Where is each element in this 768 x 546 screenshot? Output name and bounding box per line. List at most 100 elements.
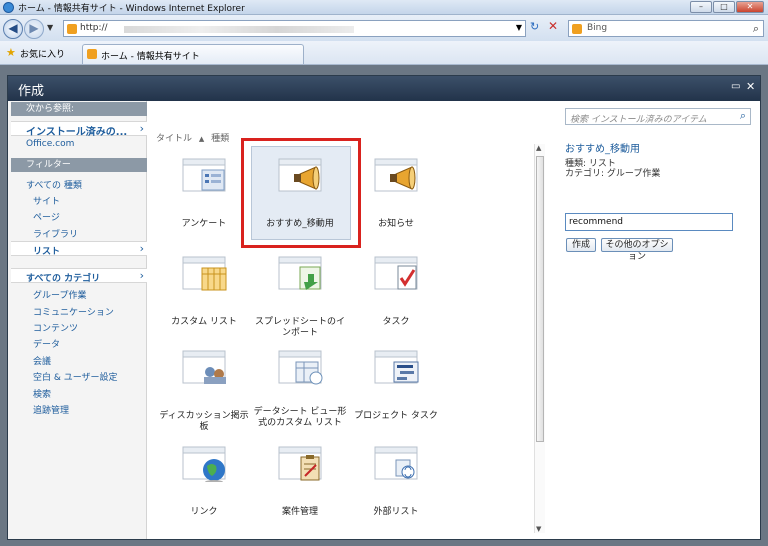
nav-category-item[interactable]: コンテンツ <box>33 321 78 334</box>
clipboard-icon <box>278 446 326 482</box>
nav-category-item[interactable]: 追跡管理 <box>33 403 69 416</box>
scroll-down-icon[interactable]: ▼ <box>536 525 541 533</box>
scroll-up-icon[interactable]: ▲ <box>536 144 541 152</box>
template-tile[interactable]: アンケート <box>156 144 252 240</box>
template-tile-label: タスク <box>382 317 410 327</box>
history-dropdown-icon[interactable]: ▼ <box>47 23 53 32</box>
list-name-input[interactable]: recommend <box>565 213 733 231</box>
template-tile[interactable]: スプレッドシートのインポート <box>252 242 348 338</box>
dialog-title: 作成 <box>18 84 45 99</box>
globe-icon <box>182 446 230 484</box>
more-options-button[interactable]: その他のオプション <box>601 238 673 262</box>
stop-icon[interactable]: ✕ <box>548 19 558 33</box>
template-tile-label: アンケート <box>181 219 227 229</box>
search-engine-label: Bing <box>587 23 608 33</box>
selected-item-category: カテゴリ: グループ作業 <box>565 169 661 179</box>
task-icon <box>374 256 422 292</box>
template-grid: アンケート おすすめ_移動用 お知らせカスタム リスト スプレッドシートのインポートタ… <box>156 138 534 539</box>
spreadsheet-import-icon <box>278 256 326 292</box>
template-tile[interactable]: 案件管理 <box>252 432 348 528</box>
external-list-icon <box>374 446 422 482</box>
discussion-icon <box>182 350 230 386</box>
template-tile[interactable]: データシート ビュー形式のカスタム リスト <box>252 336 348 432</box>
grid-scrollbar[interactable]: ▲ ▼ <box>534 144 545 533</box>
site-favicon-icon <box>67 24 77 34</box>
project-task-icon <box>374 350 422 386</box>
template-tile[interactable]: 外部リスト <box>348 432 444 528</box>
megaphone-icon <box>374 158 422 194</box>
chevron-right-icon: › <box>139 242 144 255</box>
nav-category-item[interactable]: データ <box>33 337 60 350</box>
search-icon[interactable]: ⌕ <box>740 109 746 123</box>
template-tile-label: おすすめ_移動用 <box>266 219 334 229</box>
tab-title: ホーム - 情報共有サイト <box>101 52 200 62</box>
back-button[interactable]: ◀ <box>3 19 23 39</box>
search-placeholder: 検索 インストール済みのアイテム <box>570 115 707 125</box>
installed-search-input[interactable]: 検索 インストール済みのアイテム ⌕ <box>565 108 751 125</box>
template-tile[interactable]: タスク <box>348 242 444 338</box>
window-title: ホーム - 情報共有サイト - Windows Internet Explore… <box>18 4 245 14</box>
filter-header: フィルター <box>11 158 147 172</box>
maximize-button[interactable]: □ <box>713 1 735 13</box>
template-tile-label: お知らせ <box>378 219 414 229</box>
sort-title-link[interactable]: タイトル <box>156 134 192 144</box>
sort-type-link[interactable]: 種類 <box>211 134 229 144</box>
address-bar: ◀ ▶ ▼ http:// ▼ ↻ ✕ Bing ⌕ <box>0 15 768 41</box>
url-dropdown-icon[interactable]: ▼ <box>516 23 522 32</box>
search-box[interactable]: Bing ⌕ <box>568 20 764 37</box>
left-navigation: 次から参照: インストール済みの... › Office.com フィルター す… <box>8 101 147 539</box>
nav-installed-selected[interactable]: インストール済みの... › <box>11 121 147 138</box>
search-icon[interactable]: ⌕ <box>753 22 759 36</box>
list-name-value: recommend <box>569 217 623 227</box>
favorites-star-icon: ★ <box>6 46 16 59</box>
refresh-icon[interactable]: ↻ <box>530 20 539 33</box>
favorites-bar: ★ お気に入り ホーム - 情報共有サイト <box>0 41 768 65</box>
datasheet-icon <box>278 350 326 386</box>
nav-type-site[interactable]: サイト <box>33 194 60 207</box>
nav-type-page[interactable]: ページ <box>33 210 60 223</box>
dialog-close-icon[interactable]: ✕ <box>746 80 755 93</box>
nav-category-item[interactable]: 空白 & ユーザー設定 <box>33 370 118 383</box>
template-tile[interactable]: プロジェクト タスク <box>348 336 444 432</box>
nav-office-link[interactable]: Office.com <box>26 139 74 149</box>
url-redacted <box>124 26 354 33</box>
nav-category-item[interactable]: コミュニケーション <box>33 305 114 318</box>
dialog-maximize-icon[interactable]: ▭ <box>731 81 740 92</box>
window-titlebar: ホーム - 情報共有サイト - Windows Internet Explore… <box>0 0 768 15</box>
nav-installed-label: インストール済みの... <box>26 127 128 138</box>
forward-button[interactable]: ▶ <box>24 19 44 39</box>
template-tile[interactable]: リンク <box>156 432 252 528</box>
nav-category-item[interactable]: 検索 <box>33 387 51 400</box>
close-window-button[interactable]: ✕ <box>736 1 764 13</box>
nav-all-types[interactable]: すべての 種類 <box>26 178 82 191</box>
url-field[interactable]: http:// ▼ <box>63 20 526 37</box>
create-button[interactable]: 作成 <box>566 238 596 252</box>
minimize-button[interactable]: – <box>690 1 712 13</box>
dialog-header: 作成 ▭ ✕ <box>8 76 760 101</box>
nav-type-library[interactable]: ライブラリ <box>33 227 78 240</box>
template-tile[interactable]: カスタム リスト <box>156 242 252 338</box>
favorites-label[interactable]: お気に入り <box>20 47 65 60</box>
browser-tab[interactable]: ホーム - 情報共有サイト <box>82 44 304 64</box>
scroll-thumb[interactable] <box>536 156 544 442</box>
selected-item-title: おすすめ_移動用 <box>565 144 640 155</box>
survey-icon <box>182 158 230 194</box>
nav-category-item[interactable]: 会議 <box>33 354 51 367</box>
template-tile[interactable]: ディスカッション掲示板 <box>156 336 252 432</box>
template-tile-label: ディスカッション掲示板 <box>159 411 249 432</box>
template-tile-label: データシート ビュー形式のカスタム リスト <box>253 407 347 428</box>
browse-header: 次から参照: <box>11 102 147 116</box>
create-dialog: 作成 ▭ ✕ 次から参照: インストール済みの... › Office.com … <box>7 75 761 540</box>
url-text: http:// <box>80 23 108 33</box>
nav-all-categories-selected[interactable]: すべての カテゴリ › <box>11 268 147 284</box>
custom-list-icon <box>182 256 230 292</box>
tab-favicon-icon <box>87 49 97 59</box>
nav-type-list-selected[interactable]: リスト › <box>11 241 147 257</box>
ie-logo-icon <box>3 2 14 13</box>
template-tile[interactable]: おすすめ_移動用 <box>252 144 348 240</box>
sort-ascending-icon: ▲ <box>198 135 205 143</box>
nav-category-item[interactable]: グループ作業 <box>33 288 86 301</box>
template-tile[interactable]: お知らせ <box>348 144 444 240</box>
megaphone-icon <box>278 158 326 194</box>
template-tile-label: 外部リスト <box>373 507 419 517</box>
